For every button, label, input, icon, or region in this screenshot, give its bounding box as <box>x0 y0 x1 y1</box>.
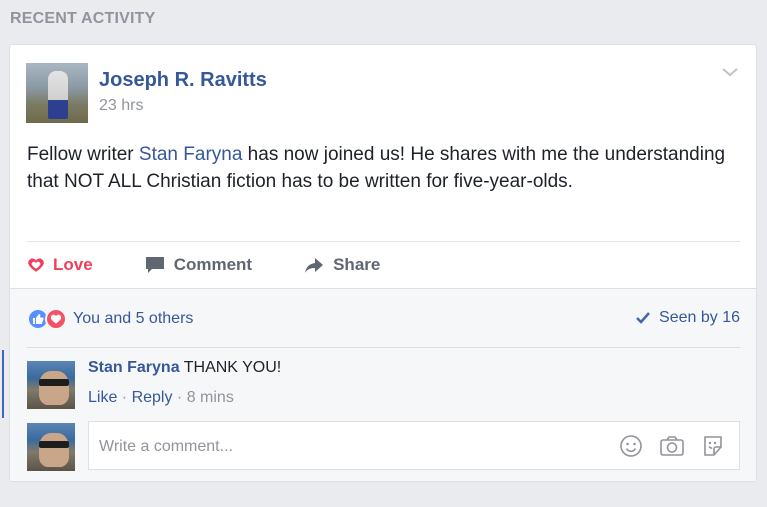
comment-like-link[interactable]: Like <box>88 389 117 406</box>
seen-by[interactable]: Seen by 16 <box>635 309 740 327</box>
heart-icon <box>28 258 44 272</box>
action-bar: Love Comment Share <box>27 249 380 281</box>
separator: · <box>172 389 187 406</box>
author-avatar[interactable] <box>26 63 88 123</box>
post-text-before: Fellow writer <box>27 144 139 165</box>
camera-icon[interactable] <box>659 434 685 458</box>
share-label: Share <box>333 255 381 274</box>
mention-link[interactable]: Stan Faryna <box>139 144 243 165</box>
divider <box>27 347 740 348</box>
comment-composer[interactable] <box>88 421 740 470</box>
seen-label: Seen by 16 <box>659 309 740 326</box>
post-card: Joseph R. Ravitts 23 hrs Fellow writer S… <box>2 44 757 482</box>
comment-icon <box>145 257 164 273</box>
chevron-down-icon[interactable] <box>720 65 740 79</box>
divider <box>27 241 740 242</box>
love-reaction-icon <box>45 308 67 330</box>
checkmark-icon <box>636 312 650 324</box>
share-icon <box>305 258 324 273</box>
love-button[interactable]: Love <box>27 249 93 281</box>
comment-label: Comment <box>173 255 253 274</box>
comment-meta: Like · Reply · 8 mins <box>88 389 234 407</box>
current-user-avatar <box>27 423 75 471</box>
love-label: Love <box>53 255 93 274</box>
emoji-icon[interactable] <box>619 434 643 458</box>
comment-time[interactable]: 8 mins <box>187 389 234 406</box>
reactions-label: You and 5 others <box>73 310 194 327</box>
commenter-avatar[interactable] <box>27 361 75 409</box>
post-footer: You and 5 others Seen by 16 Stan Faryna … <box>2 288 756 481</box>
separator: · <box>117 389 132 406</box>
comment: Stan Faryna THANK YOU! <box>88 359 281 377</box>
sticker-icon[interactable] <box>701 434 725 458</box>
post-body: Fellow writer Stan Faryna has now joined… <box>27 141 742 195</box>
comment-indicator-bar <box>2 350 4 418</box>
comment-text: THANK YOU! <box>179 359 282 376</box>
section-title: RECENT ACTIVITY <box>10 10 156 27</box>
comment-input[interactable] <box>97 434 601 460</box>
share-button[interactable]: Share <box>303 249 380 281</box>
comment-reply-link[interactable]: Reply <box>132 389 173 406</box>
post-timestamp[interactable]: 23 hrs <box>99 97 143 115</box>
commenter-name[interactable]: Stan Faryna <box>88 359 180 376</box>
author-name[interactable]: Joseph R. Ravitts <box>99 69 267 92</box>
comment-button[interactable]: Comment <box>144 249 252 281</box>
reactions-summary[interactable]: You and 5 others <box>27 308 193 330</box>
